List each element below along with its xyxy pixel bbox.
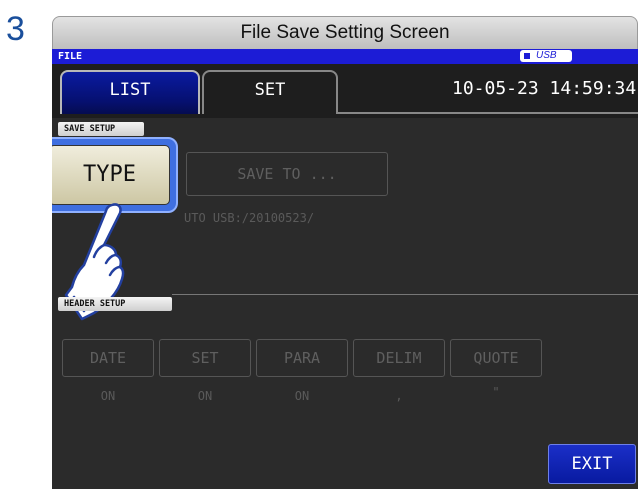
mode-label: FILE — [58, 51, 83, 62]
header-set-value: ON — [197, 389, 213, 403]
datetime-display: 10-05-23 14:59:34 — [452, 78, 637, 99]
usb-icon — [524, 53, 530, 59]
header-para-button[interactable]: PARA — [256, 339, 348, 377]
tab-set[interactable]: SET — [202, 70, 338, 114]
exit-button[interactable]: EXIT — [548, 444, 636, 484]
window-title-bar: File Save Setting Screen — [52, 16, 638, 50]
usb-indicator: USB — [520, 50, 572, 62]
header-date-value: ON — [100, 389, 116, 403]
header-quote-value: " — [492, 385, 500, 399]
header-setup-section-label: HEADER SETUP — [58, 297, 172, 311]
window-title: File Save Setting Screen — [240, 22, 450, 43]
save-to-button[interactable]: SAVE TO ... — [186, 152, 388, 196]
header-setup-divider — [172, 294, 638, 295]
device-screen: FILE USB LIST SET 10-05-23 14:59:34 SAVE… — [52, 49, 638, 489]
save-location-text: UTO USB:/20100523/ — [184, 211, 315, 225]
header-delim-value: , — [395, 389, 403, 403]
header-quote-button[interactable]: QUOTE — [450, 339, 542, 377]
tab-row: LIST SET 10-05-23 14:59:34 — [52, 64, 638, 118]
header-date-button[interactable]: DATE — [62, 339, 154, 377]
usb-label: USB — [536, 50, 557, 61]
header-para-value: ON — [294, 389, 310, 403]
tab-list[interactable]: LIST — [60, 70, 200, 114]
tab-underline — [338, 112, 638, 114]
save-setup-section-label: SAVE SETUP — [58, 122, 144, 136]
status-bar: FILE USB — [52, 49, 638, 64]
header-delim-button[interactable]: DELIM — [353, 339, 445, 377]
type-button[interactable]: TYPE — [52, 145, 170, 205]
step-number: 3 — [6, 10, 25, 48]
header-set-button[interactable]: SET — [159, 339, 251, 377]
